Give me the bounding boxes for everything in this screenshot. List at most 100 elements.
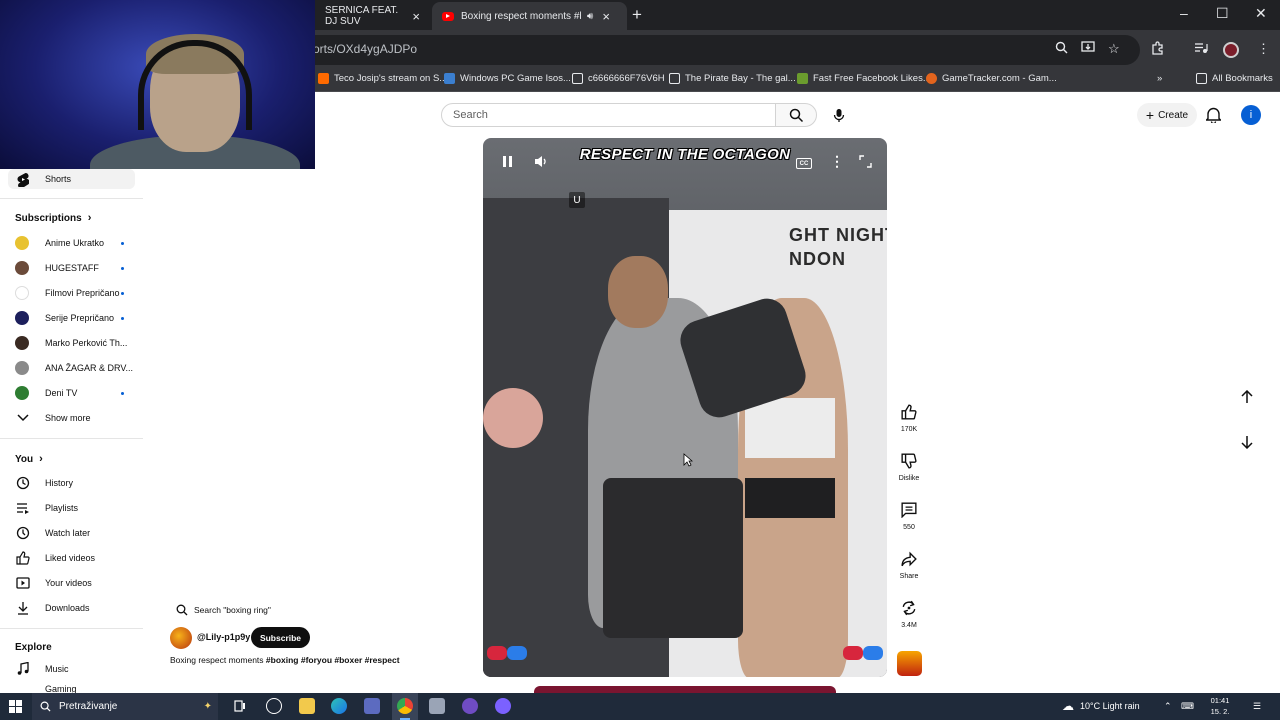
- sidebar-item-label: Downloads: [45, 603, 90, 613]
- taskbar-search[interactable]: Pretraživanje ✦: [32, 693, 218, 720]
- create-button[interactable]: + Create: [1137, 103, 1197, 127]
- search-button[interactable]: [775, 103, 817, 127]
- channel-avatar: [15, 361, 29, 375]
- close-window-icon[interactable]: ✕: [1255, 5, 1267, 22]
- new-tab-icon[interactable]: +: [632, 5, 642, 25]
- bookmark-label: Fast Free Facebook Likes...: [813, 73, 931, 84]
- bookmark-item[interactable]: The Pirate Bay - The gal...: [669, 73, 796, 84]
- chrome-icon[interactable]: [397, 698, 413, 714]
- more-options-icon[interactable]: ⋮: [830, 153, 844, 170]
- sidebar-item-music[interactable]: Music: [15, 659, 69, 679]
- new-content-dot: [121, 267, 124, 270]
- weather-widget[interactable]: ☁︎ 10°C Light rain: [1062, 699, 1140, 713]
- sidebar-item-label: Music: [45, 664, 69, 674]
- sidebar-item-history[interactable]: History: [15, 473, 73, 493]
- subscribe-button[interactable]: Subscribe: [251, 627, 310, 648]
- voice-search-button[interactable]: [827, 103, 851, 127]
- windows-start-icon[interactable]: [9, 700, 22, 713]
- sidebar-item-subscription[interactable]: Deni TV: [15, 383, 124, 403]
- new-content-dot: [121, 292, 124, 295]
- all-bookmarks[interactable]: All Bookmarks: [1196, 73, 1273, 84]
- search-suggestion-chip[interactable]: Search "boxing ring": [176, 604, 271, 616]
- share-icon: [901, 551, 917, 567]
- keyboard-icon[interactable]: ⌨︎: [1181, 701, 1194, 712]
- app-icon[interactable]: [495, 698, 511, 714]
- channel-avatar: [15, 236, 29, 250]
- sidebar-item-playlists[interactable]: Playlists: [15, 498, 78, 518]
- pause-icon[interactable]: [502, 155, 513, 171]
- sidebar-item-subscription[interactable]: Serije Prepričano: [15, 308, 124, 328]
- more-bookmarks-icon[interactable]: »: [1157, 73, 1162, 84]
- media-controls-icon[interactable]: [1194, 41, 1208, 57]
- close-tab-icon[interactable]: ×: [602, 9, 610, 24]
- notification-center-icon[interactable]: ☰: [1253, 701, 1261, 712]
- sidebar-item-watch-later[interactable]: Watch later: [15, 523, 90, 543]
- like-button[interactable]: 170K: [897, 404, 921, 433]
- extensions-icon[interactable]: [1150, 41, 1164, 58]
- sidebar-item-subscription[interactable]: Filmovi Prepričano: [15, 283, 124, 303]
- zoom-icon[interactable]: [1055, 41, 1068, 57]
- shorts-icon: [15, 171, 31, 187]
- browser-tab-active[interactable]: Boxing respect moments #boxing 🔊︎ ×: [432, 2, 627, 30]
- sound-thumbnail[interactable]: [897, 651, 922, 676]
- app-icon[interactable]: [462, 698, 478, 714]
- maximize-icon[interactable]: ☐: [1216, 5, 1229, 22]
- bookmark-item[interactable]: c6666666F76V6H: [572, 73, 665, 84]
- next-short-button[interactable]: [1235, 430, 1259, 454]
- video-woman-shorts: [745, 478, 835, 518]
- omnibox[interactable]: [300, 35, 1140, 65]
- captions-icon[interactable]: CC: [796, 158, 812, 169]
- minimize-icon[interactable]: –: [1180, 5, 1188, 21]
- browser-tab[interactable]: SERNICA FEAT. DJ SUV ×: [315, 2, 430, 30]
- bookmark-item[interactable]: Windows PC Game Isos...: [444, 73, 571, 84]
- close-tab-icon[interactable]: ×: [412, 9, 420, 24]
- you-header[interactable]: You ›: [15, 453, 43, 465]
- bookmark-item[interactable]: Fast Free Facebook Likes...: [797, 73, 931, 84]
- bookmark-label: Teco Josip's stream on S...: [334, 73, 448, 84]
- store-icon[interactable]: [364, 698, 380, 714]
- sidebar-item-subscription[interactable]: Anime Ukratko: [15, 233, 124, 253]
- bookmark-star-icon[interactable]: ☆: [1108, 41, 1120, 57]
- fullscreen-icon[interactable]: [859, 155, 872, 171]
- bookmark-item[interactable]: Teco Josip's stream on S...: [318, 73, 447, 84]
- sidebar-item-subscription[interactable]: Marko Perković Th...: [15, 333, 127, 353]
- show-more-button[interactable]: Show more: [15, 408, 91, 428]
- url-text[interactable]: orts/OXd4ygAJDPo: [313, 42, 417, 56]
- sidebar-item-subscription[interactable]: ANA ŽAGAR & DRV...: [15, 358, 133, 378]
- app-icon[interactable]: [429, 698, 445, 714]
- comments-button[interactable]: 550: [897, 502, 921, 531]
- tab-title: Boxing respect moments #boxing: [461, 10, 581, 22]
- taskbar-clock[interactable]: 01:41 15. 2. 2026.: [1202, 695, 1238, 720]
- file-explorer-icon[interactable]: [299, 698, 315, 714]
- previous-short-button[interactable]: [1235, 385, 1259, 409]
- channel-name[interactable]: @Lily-p1p9y: [197, 632, 250, 642]
- sidebar-item-gaming[interactable]: Gaming: [15, 684, 77, 693]
- comments-icon: [901, 502, 917, 518]
- dislike-button[interactable]: Dislike: [897, 453, 921, 482]
- sidebar-item-liked-videos[interactable]: Liked videos: [15, 548, 95, 568]
- app-icon[interactable]: [266, 698, 282, 714]
- tray-chevron-up-icon[interactable]: ⌃: [1164, 701, 1172, 712]
- remix-button[interactable]: 3.4M: [897, 600, 921, 629]
- search-input[interactable]: Search: [441, 103, 776, 127]
- description-hashtags[interactable]: #boxing #foryou #boxer #respect: [266, 655, 400, 665]
- subscriptions-header[interactable]: Subscriptions ›: [15, 212, 91, 224]
- notifications-bell-icon[interactable]: [1204, 106, 1223, 128]
- audio-playing-icon[interactable]: 🔊︎: [587, 11, 593, 22]
- shorts-video-player[interactable]: GHT NIGHT NDON RESPECT IN THE OCTAGON CC…: [483, 138, 887, 677]
- task-view-icon[interactable]: [232, 698, 248, 714]
- sidebar-item-shorts[interactable]: Shorts: [15, 169, 71, 189]
- sidebar-item-your-videos[interactable]: Your videos: [15, 573, 92, 593]
- install-app-icon[interactable]: [1081, 41, 1095, 57]
- sidebar-item-subscription[interactable]: HUGESTAFF: [15, 258, 124, 278]
- share-button[interactable]: Share: [897, 551, 921, 580]
- account-avatar[interactable]: i: [1241, 105, 1261, 125]
- video-fighter-shorts: [603, 478, 743, 638]
- profile-avatar[interactable]: [1223, 42, 1239, 58]
- channel-avatar[interactable]: [170, 627, 192, 649]
- edge-browser-icon[interactable]: [331, 698, 347, 714]
- bookmark-item[interactable]: GameTracker.com - Gam...: [926, 73, 1057, 84]
- sidebar-item-downloads[interactable]: Downloads: [15, 598, 90, 618]
- browser-menu-icon[interactable]: ⋮: [1257, 41, 1270, 57]
- volume-icon[interactable]: [534, 155, 549, 171]
